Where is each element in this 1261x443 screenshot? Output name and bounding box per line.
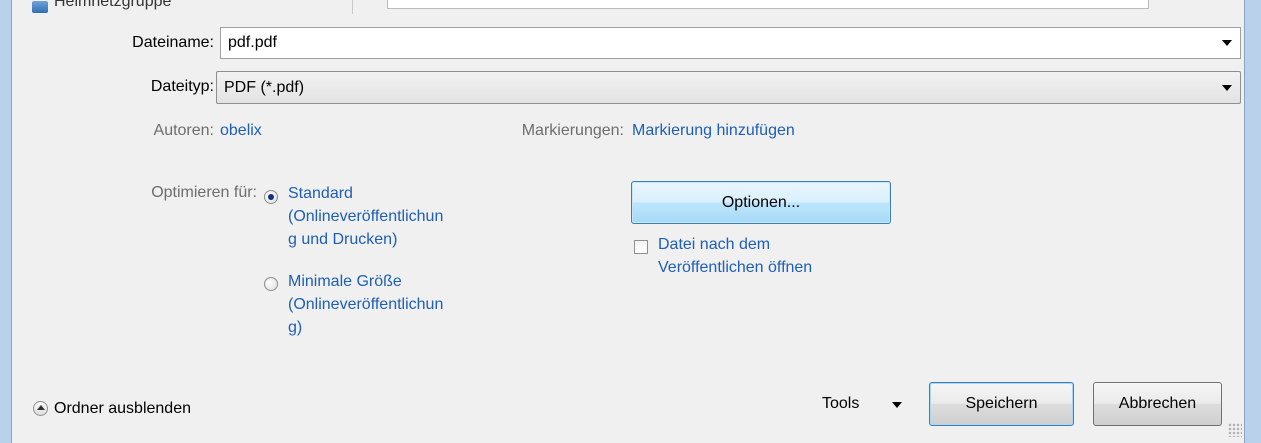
filename-label: Dateiname:: [132, 34, 214, 51]
window-frame-right[interactable]: [1244, 0, 1261, 443]
folder-tree-partial: Heimnetzgruppe: [12, 0, 1244, 14]
hide-folders-icon[interactable]: [33, 401, 48, 416]
authors-label: Autoren:: [153, 122, 214, 139]
option-line: g): [288, 319, 303, 336]
filename-field[interactable]: pdf.pdf: [220, 27, 1241, 59]
open-after-publish-label[interactable]: Datei nach dem Veröffentlichen öffnen: [658, 233, 812, 279]
resize-grip-icon[interactable]: [1228, 423, 1242, 437]
tools-menu[interactable]: Tools: [822, 395, 859, 413]
filetype-select[interactable]: PDF (*.pdf): [216, 71, 1241, 104]
optimize-standard-option[interactable]: Standard (Onlineveröffentlichun g und Dr…: [288, 182, 443, 251]
tags-add-link[interactable]: Markierung hinzufügen: [632, 122, 795, 140]
option-line: g und Drucken): [288, 231, 398, 248]
chevron-down-icon[interactable]: [1222, 40, 1232, 46]
save-button-label: Speichern: [965, 395, 1038, 412]
option-line: Standard: [288, 185, 353, 202]
filetype-value: PDF (*.pdf): [224, 78, 305, 96]
filename-value: pdf.pdf: [228, 34, 277, 51]
cancel-button[interactable]: Abbrechen: [1093, 382, 1222, 426]
homegroup-icon: [32, 1, 48, 13]
checkbox-line: Veröffentlichen öffnen: [658, 259, 813, 276]
filetype-label: Dateityp:: [150, 78, 214, 95]
authors-value[interactable]: obelix: [220, 122, 262, 140]
chevron-down-icon[interactable]: [892, 402, 902, 408]
pane-divider[interactable]: [352, 0, 353, 14]
options-button-label: Optionen...: [721, 193, 801, 211]
cancel-button-label: Abbrechen: [1118, 395, 1197, 412]
option-line: Minimale Größe: [288, 273, 402, 290]
options-button[interactable]: Optionen...: [631, 181, 891, 224]
option-line: (Onlineveröffentlichun: [288, 296, 444, 313]
hide-folders-label[interactable]: Ordner ausblenden: [54, 400, 191, 418]
open-after-publish-checkbox[interactable]: [634, 240, 648, 254]
save-button[interactable]: Speichern: [929, 382, 1074, 426]
optimize-label: Optimieren für:: [151, 184, 257, 201]
optimize-minimal-radio[interactable]: [264, 277, 278, 291]
homegroup-label[interactable]: Heimnetzgruppe: [54, 0, 171, 11]
file-list-partial: [387, 0, 1149, 9]
checkbox-line: Datei nach dem: [658, 236, 771, 253]
window-frame-left: [0, 0, 12, 443]
option-line: (Onlineveröffentlichun: [288, 208, 444, 225]
chevron-down-icon: [1222, 84, 1232, 91]
optimize-standard-radio[interactable]: [264, 190, 278, 204]
optimize-minimal-option[interactable]: Minimale Größe (Onlineveröffentlichun g): [288, 270, 443, 339]
tags-label: Markierungen:: [521, 122, 624, 139]
